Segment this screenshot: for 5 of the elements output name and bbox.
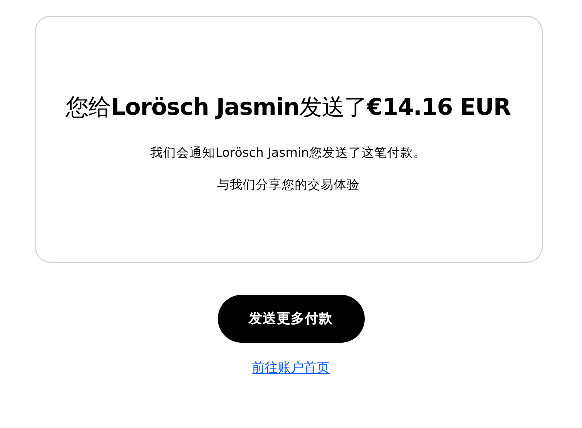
account-home-link[interactable]: 前往账户首页 (252, 359, 330, 378)
send-more-button[interactable]: 发送更多付款 (218, 295, 364, 343)
confirmation-heading: 您给Lorösch Jasmin发送了€14.16 EUR (66, 94, 511, 123)
notice-text: 我们会通知Lorösch Jasmin您发送了这笔付款。 (150, 144, 426, 162)
feedback-text: 与我们分享您的交易体验 (217, 176, 360, 194)
